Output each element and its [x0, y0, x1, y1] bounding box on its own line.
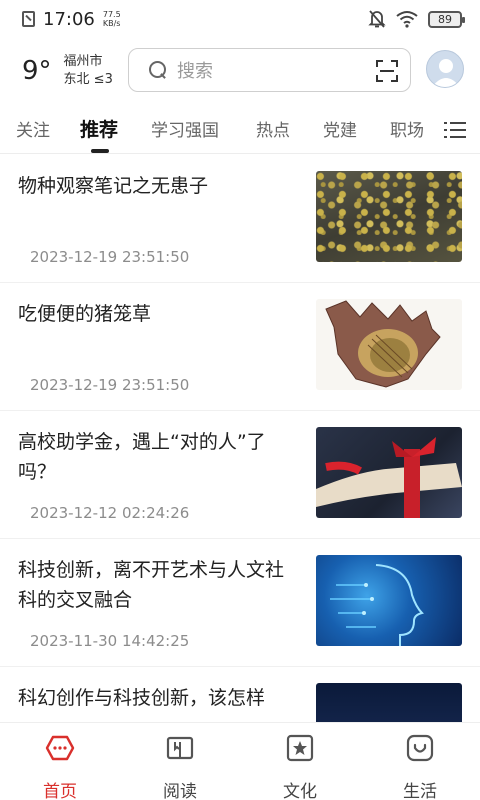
article-feed: 物种观察笔记之无患子 2023-12-19 23:51:50 吃便便的猪笼草 2…: [0, 155, 480, 722]
article-title: 科技创新，离不开艺术与人文社科的交叉融合: [18, 559, 285, 611]
weather-widget[interactable]: 9° 福州市 东北 ≤3: [22, 53, 122, 89]
article-time: 2023-12-19 23:51:50: [30, 248, 190, 266]
tab-follow[interactable]: 关注: [16, 116, 50, 141]
home-icon: [45, 735, 75, 761]
avatar[interactable]: [426, 50, 464, 88]
header: 9° 福州市 东北 ≤3 搜索: [0, 42, 480, 100]
tab-hot[interactable]: 热点: [256, 116, 290, 141]
article-thumbnail: [316, 555, 462, 646]
temperature: 9°: [22, 56, 52, 86]
no-sim-icon: [22, 11, 35, 27]
tab-xuexi-qiangguo[interactable]: 学习强国: [151, 116, 219, 141]
status-bar: 17:06 77.5 KB/s 89: [0, 0, 480, 38]
article-title: 科幻创作与科技创新，该怎样: [18, 687, 266, 709]
book-icon: [166, 736, 194, 760]
article-time: 2023-11-30 14:42:25: [30, 632, 190, 650]
tab-party-building[interactable]: 党建: [323, 116, 357, 141]
tab-workplace[interactable]: 职场: [390, 116, 424, 141]
article-thumbnail: [316, 427, 462, 518]
nav-label: 文化: [283, 782, 317, 800]
article-title: 高校助学金，遇上“对的人”了吗？: [18, 431, 266, 483]
nav-label: 阅读: [163, 782, 197, 800]
article-thumbnail: [316, 683, 462, 722]
article-time: 2023-12-12 02:24:26: [30, 504, 190, 522]
article-time: 2023-12-19 23:51:50: [30, 376, 190, 394]
mute-bell-icon: [368, 10, 386, 28]
nav-read[interactable]: 阅读: [140, 733, 220, 800]
search-placeholder: 搜索: [177, 61, 213, 82]
user-avatar-icon: [432, 59, 460, 87]
culture-star-icon: [286, 734, 314, 762]
active-tab-indicator: [91, 149, 109, 153]
article-thumbnail: [316, 171, 462, 262]
article-card[interactable]: 高校助学金，遇上“对的人”了吗？ 2023-12-12 02:24:26: [0, 411, 480, 539]
article-card[interactable]: 物种观察笔记之无患子 2023-12-19 23:51:50: [0, 155, 480, 283]
battery-indicator: 89: [428, 10, 465, 28]
search-bar[interactable]: 搜索: [128, 48, 411, 92]
article-card[interactable]: 科幻创作与科技创新，该怎样: [0, 667, 480, 722]
status-time: 17:06: [43, 8, 95, 30]
nav-label: 生活: [403, 782, 437, 800]
article-card[interactable]: 吃便便的猪笼草 2023-12-19 23:51:50: [0, 283, 480, 411]
article-thumbnail: [316, 299, 462, 390]
weather-city: 福州市: [63, 54, 103, 69]
nav-culture[interactable]: 文化: [260, 733, 340, 800]
article-title: 物种观察笔记之无患子: [18, 175, 209, 197]
bottom-navigation: 首页 阅读 文化 生活: [0, 722, 480, 800]
channel-tabs: 关注 推荐 学习强国 热点 党建 职场: [0, 106, 480, 154]
nav-life[interactable]: 生活: [380, 733, 460, 800]
life-smile-icon: [406, 734, 434, 762]
article-card[interactable]: 科技创新，离不开艺术与人文社科的交叉融合 2023-11-30 14:42:25: [0, 539, 480, 667]
network-speed: 77.5 KB/s: [102, 10, 121, 28]
nav-home[interactable]: 首页: [20, 733, 100, 800]
channel-menu-icon[interactable]: [444, 120, 466, 140]
article-title: 吃便便的猪笼草: [18, 303, 152, 325]
nav-label: 首页: [43, 782, 77, 800]
scan-icon[interactable]: [376, 60, 398, 82]
wifi-icon: [396, 11, 418, 28]
search-icon: [149, 61, 167, 79]
weather-wind: 东北 ≤3: [63, 72, 113, 87]
tab-recommend[interactable]: 推荐: [80, 115, 118, 142]
